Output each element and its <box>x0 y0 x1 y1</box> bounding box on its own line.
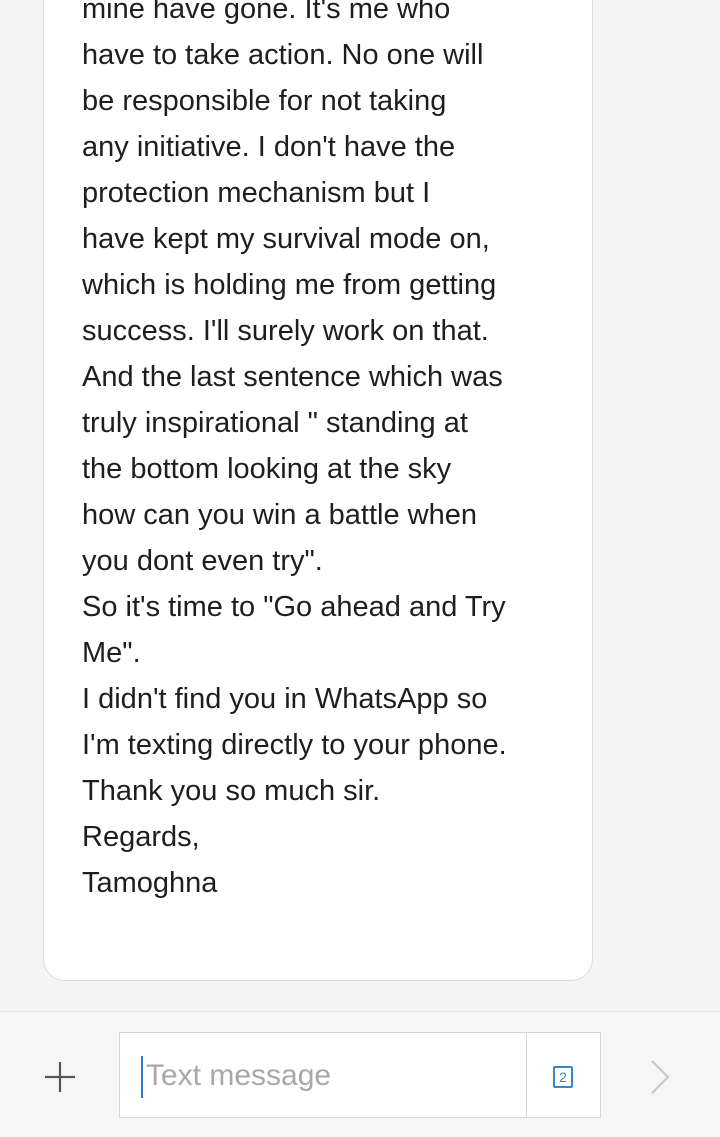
message-line: Me". <box>82 637 141 669</box>
message-input-box: 2 <box>119 1032 601 1118</box>
sim-select-button[interactable]: 2 <box>553 1066 573 1088</box>
message-line: protection mechanism but I <box>82 177 431 209</box>
message-line: mine have gone. It's me who <box>82 0 451 25</box>
chevron-right-icon <box>651 1060 670 1094</box>
message-line: have to take action. No one will <box>82 39 484 71</box>
message-line: the bottom looking at the sky <box>82 453 452 485</box>
message-line: have kept my survival mode on, <box>82 223 490 255</box>
send-button[interactable] <box>644 1057 674 1097</box>
compose-bar: 2 <box>0 1011 720 1137</box>
message-line: I didn't find you in WhatsApp so <box>82 683 488 715</box>
messaging-screen: mine have gone. It's me who have to take… <box>0 0 720 1137</box>
message-line: Regards, <box>82 821 200 853</box>
message-line: be responsible for not taking <box>82 85 447 117</box>
conversation-thread[interactable]: mine have gone. It's me who have to take… <box>0 0 720 1010</box>
message-line: which is holding me from getting <box>82 269 497 301</box>
sim-label: 2 <box>559 1069 567 1085</box>
message-text: mine have gone. It's me who have to take… <box>82 0 582 906</box>
message-line: And the last sentence which was <box>82 361 503 393</box>
message-line: any initiative. I don't have the <box>82 131 456 163</box>
plus-icon <box>45 1062 75 1092</box>
message-line: success. I'll surely work on that. <box>82 315 489 347</box>
add-attachment-button[interactable] <box>40 1057 80 1097</box>
message-line: how can you win a battle when <box>82 499 477 531</box>
message-line: So it's time to "Go ahead and Try <box>82 591 506 623</box>
input-divider <box>526 1033 527 1117</box>
message-line: I'm texting directly to your phone. <box>82 729 507 761</box>
message-line: you dont even try". <box>82 545 323 577</box>
message-line: truly inspirational " standing at <box>82 407 468 439</box>
message-line: Thank you so much sir. <box>82 775 381 807</box>
message-line: Tamoghna <box>82 867 218 899</box>
text-cursor <box>141 1056 143 1098</box>
text-message-input[interactable] <box>140 1053 526 1099</box>
